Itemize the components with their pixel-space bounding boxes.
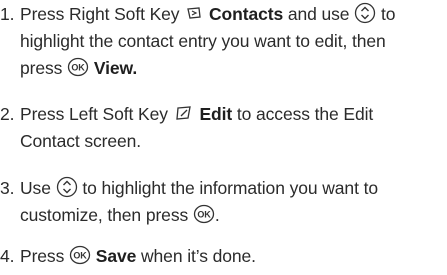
step-number: 4. bbox=[0, 246, 15, 266]
svg-text:OK: OK bbox=[71, 63, 85, 73]
svg-text:OK: OK bbox=[73, 251, 87, 261]
step-1-line-1: 1. Press Right Soft Key Contacts and use … bbox=[0, 1, 447, 28]
step-number: 2. bbox=[0, 104, 15, 124]
step-number: 3. bbox=[0, 178, 15, 198]
step-1-line-2: highlight the contact entry you want to … bbox=[20, 31, 386, 51]
left-soft-key-icon bbox=[173, 104, 195, 122]
step-4-line-1: 4. Press OK Save when it’s done. bbox=[0, 243, 447, 270]
step-2: 2. Press Left Soft Key Edit to access the… bbox=[0, 101, 447, 155]
step-2-line-2: Contact screen. bbox=[20, 131, 142, 151]
step-2-line-1: 2. Press Left Soft Key Edit to access the… bbox=[0, 101, 447, 128]
right-soft-key-icon bbox=[184, 4, 204, 22]
step-number: 1. bbox=[0, 4, 15, 24]
navigation-key-icon bbox=[354, 2, 376, 24]
step-3-line-2: customize, then press OK . bbox=[20, 204, 220, 225]
step-3-line-1: 3. Use to highlight the information you w… bbox=[0, 175, 447, 202]
ok-key-icon: OK bbox=[193, 204, 215, 224]
ok-key-icon: OK bbox=[69, 245, 91, 265]
step-1-line-3: press OK View. bbox=[20, 57, 138, 78]
step-4: 4. Press OK Save when it’s done. bbox=[0, 243, 447, 270]
ok-key-icon: OK bbox=[67, 57, 89, 77]
step-3: 3. Use to highlight the information you w… bbox=[0, 175, 447, 229]
svg-text:OK: OK bbox=[197, 210, 211, 220]
navigation-key-icon bbox=[56, 176, 78, 198]
step-1: 1. Press Right Soft Key Contacts and use … bbox=[0, 1, 447, 82]
